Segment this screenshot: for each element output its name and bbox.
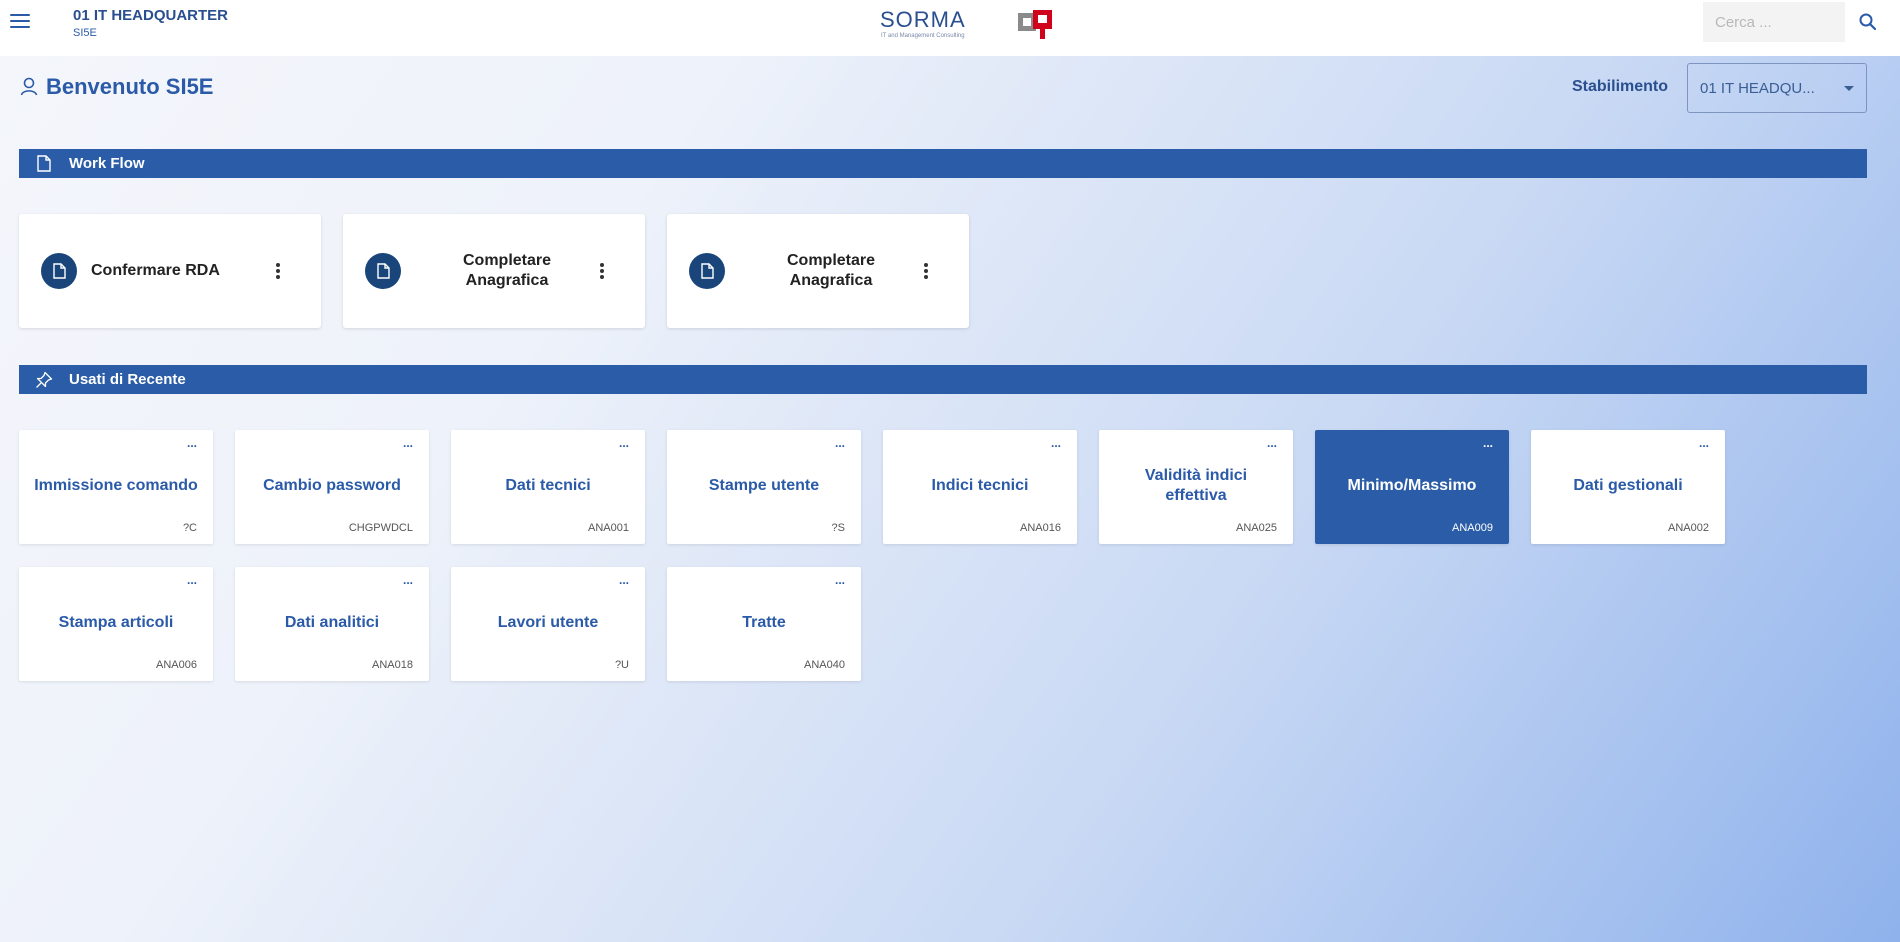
user-icon: [20, 77, 38, 96]
workflow-card[interactable]: Completare Anagrafica: [343, 214, 645, 328]
workflow-section-title: Work Flow: [69, 155, 145, 172]
document-icon: [34, 154, 54, 174]
recent-tile[interactable]: ... Stampe utente ?S: [667, 430, 861, 544]
more-horiz-icon[interactable]: ...: [187, 573, 197, 587]
top-bar: 01 IT HEADQUARTER SI5E SORMA IT and Mana…: [0, 0, 1900, 56]
more-vert-icon[interactable]: [275, 263, 281, 279]
recent-tile[interactable]: ... Tratte ANA040: [667, 567, 861, 681]
recent-section-title: Usati di Recente: [69, 371, 186, 388]
search-icon[interactable]: [1858, 12, 1878, 32]
cp-logo-icon: [1018, 10, 1052, 39]
tile-code: ?S: [831, 522, 845, 534]
tile-title: Validità indici effettiva: [1144, 467, 1248, 504]
plant-label: Stabilimento: [1572, 78, 1669, 95]
tile-title: Tratte: [742, 614, 786, 631]
more-horiz-icon[interactable]: ...: [1699, 436, 1709, 450]
more-horiz-icon[interactable]: ...: [835, 573, 845, 587]
company-name: 01 IT HEADQUARTER: [73, 7, 229, 24]
more-horiz-icon[interactable]: ...: [1051, 436, 1061, 450]
logo-text: SORMA: [880, 7, 966, 32]
document-icon: [41, 253, 77, 289]
tile-title: Minimo/Massimo: [1347, 477, 1477, 494]
tile-title: Stampe utente: [708, 477, 820, 494]
company-info: 01 IT HEADQUARTER SI5E: [73, 7, 228, 39]
tile-title: Stampa articoli: [58, 614, 174, 631]
tile-title: Dati tecnici: [505, 477, 591, 494]
search-input[interactable]: [1703, 2, 1845, 42]
more-horiz-icon[interactable]: ...: [619, 436, 629, 450]
workflow-card-label: Confermare RDA: [91, 262, 220, 279]
sorma-logo: SORMA IT and Management Consulting: [880, 7, 1052, 39]
tile-code: CHGPWDCL: [348, 522, 413, 534]
recent-tile[interactable]: ... Stampa articoli ANA006: [19, 567, 213, 681]
more-horiz-icon[interactable]: ...: [1267, 436, 1277, 450]
plant-select[interactable]: 01 IT HEADQU...: [1687, 63, 1867, 113]
recent-tile[interactable]: ... Dati gestionali ANA002: [1531, 430, 1725, 544]
tile-code: ANA025: [1236, 522, 1277, 534]
recent-tile[interactable]: ... Dati tecnici ANA001: [451, 430, 645, 544]
recent-tile[interactable]: ... Immissione comando ?C: [19, 430, 213, 544]
tile-code: ?U: [614, 659, 629, 671]
more-vert-icon[interactable]: [923, 263, 929, 279]
workflow-card-label: Completare Anagrafica: [786, 252, 876, 289]
recent-section-header: Usati di Recente: [19, 365, 1867, 394]
recent-tile[interactable]: ... Minimo/Massimo ANA009: [1315, 430, 1509, 544]
recent-tile[interactable]: ... Lavori utente ?U: [451, 567, 645, 681]
logo-tagline: IT and Management Consulting: [881, 33, 965, 39]
tile-title: Dati gestionali: [1573, 477, 1683, 494]
more-horiz-icon[interactable]: ...: [1483, 436, 1493, 450]
tile-code: ANA018: [372, 659, 413, 671]
tile-code: ANA002: [1668, 522, 1709, 534]
more-horiz-icon[interactable]: ...: [835, 436, 845, 450]
workflow-card[interactable]: Completare Anagrafica: [667, 214, 969, 328]
user-code: SI5E: [73, 27, 97, 39]
recent-tile[interactable]: ... Cambio password CHGPWDCL: [235, 430, 429, 544]
more-horiz-icon[interactable]: ...: [403, 573, 413, 587]
tile-code: ANA040: [804, 659, 845, 671]
chevron-down-icon: [1844, 85, 1854, 91]
hamburger-icon[interactable]: [10, 14, 30, 30]
tile-code: ANA006: [156, 659, 197, 671]
document-icon: [689, 253, 725, 289]
tile-code: ?C: [182, 522, 197, 534]
more-horiz-icon[interactable]: ...: [187, 436, 197, 450]
more-horiz-icon[interactable]: ...: [619, 573, 629, 587]
workflow-card[interactable]: Confermare RDA: [19, 214, 321, 328]
tile-title: Immissione comando: [34, 477, 198, 494]
tile-title: Dati analitici: [284, 614, 380, 631]
pin-icon: [34, 370, 54, 390]
welcome-header: Benvenuto SI5E: [20, 74, 213, 100]
plant-select-value: 01 IT HEADQU...: [1700, 79, 1815, 97]
welcome-text: Benvenuto SI5E: [46, 74, 214, 99]
recent-tile[interactable]: ... Validità indici effettiva ANA025: [1099, 430, 1293, 544]
more-horiz-icon[interactable]: ...: [403, 436, 413, 450]
workflow-section-header: Work Flow: [19, 149, 1867, 178]
tile-title: Indici tecnici: [931, 477, 1029, 494]
tile-code: ANA009: [1452, 522, 1493, 534]
recent-tile[interactable]: ... Indici tecnici ANA016: [883, 430, 1077, 544]
document-icon: [365, 253, 401, 289]
tile-code: ANA001: [588, 522, 629, 534]
tile-title: Cambio password: [263, 477, 401, 494]
recent-tile[interactable]: ... Dati analitici ANA018: [235, 567, 429, 681]
tile-title: Lavori utente: [497, 614, 599, 631]
workflow-card-label: Completare Anagrafica: [462, 252, 552, 289]
tile-code: ANA016: [1020, 522, 1061, 534]
more-vert-icon[interactable]: [599, 263, 605, 279]
